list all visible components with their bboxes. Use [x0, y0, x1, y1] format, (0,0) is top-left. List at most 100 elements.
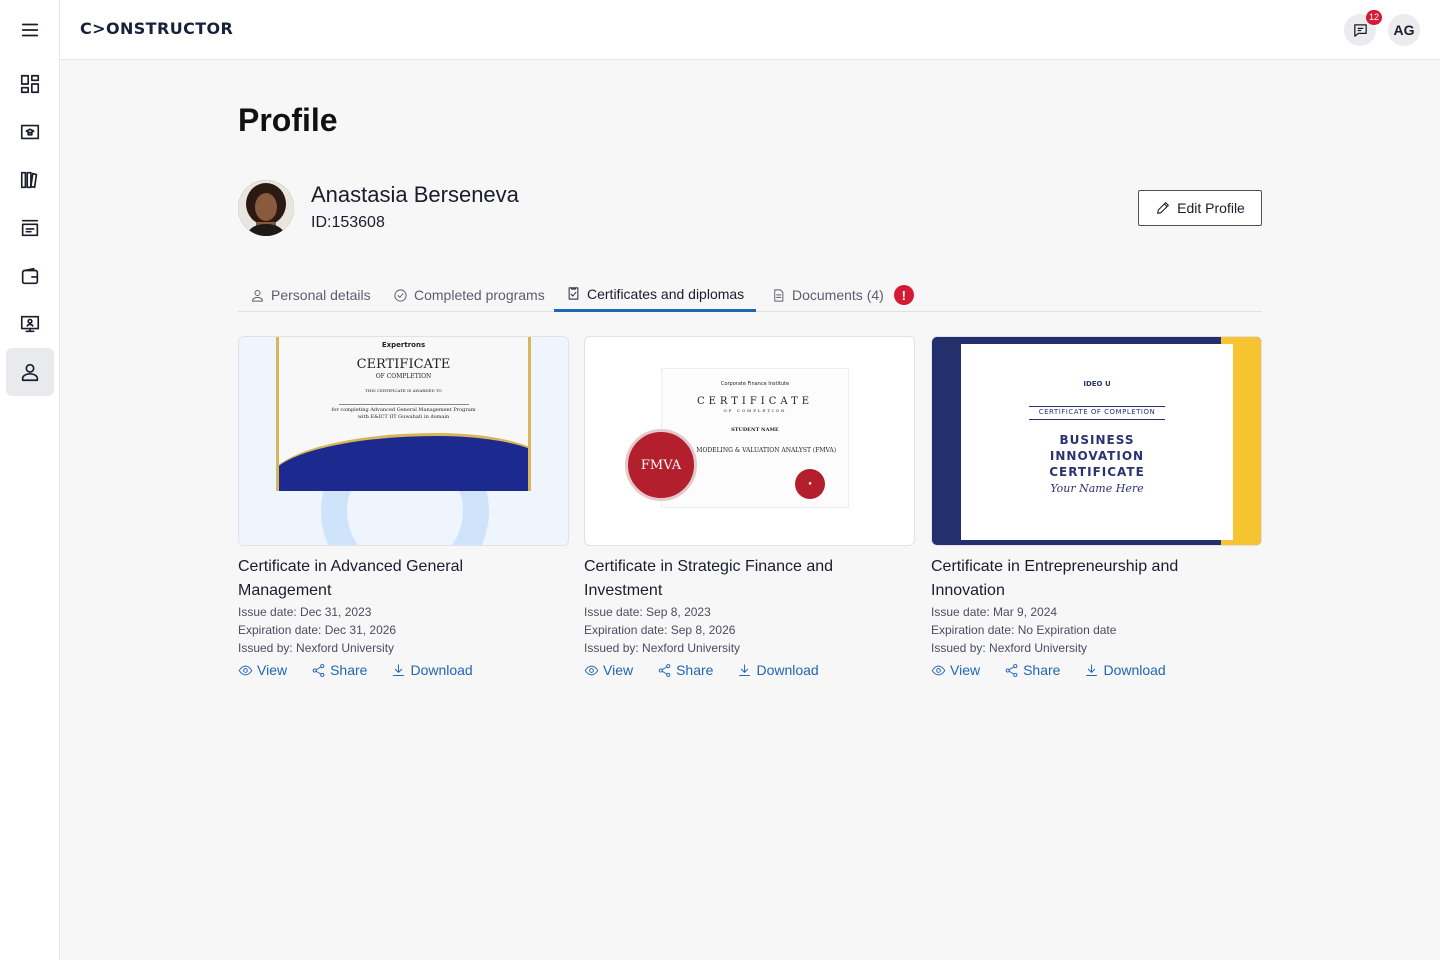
view-link[interactable]: View	[584, 662, 633, 678]
user-avatar[interactable]: AG	[1388, 14, 1420, 46]
tab-certificates[interactable]: Certificates and diplomas	[554, 278, 757, 312]
download-icon	[739, 663, 751, 676]
thumb-subheading: OF COMPLETION	[375, 373, 432, 380]
user-name: Anastasia Berseneva	[311, 182, 519, 207]
share-link[interactable]: Share	[1004, 662, 1060, 678]
catalog-icon	[21, 219, 39, 237]
share-link[interactable]: Share	[657, 662, 713, 678]
view-label: View	[950, 662, 981, 678]
sidebar-item-catalog[interactable]	[6, 204, 54, 252]
sidebar-item-dashboard[interactable]	[6, 60, 54, 108]
profile-icon	[21, 363, 39, 382]
thumb-brand: Corporate Finance Institute	[720, 381, 790, 387]
thumb-line: for completing Advanced General Manageme…	[331, 407, 476, 413]
expiration-date: Expiration date: Sep 8, 2026	[584, 623, 736, 637]
share-link[interactable]: Share	[311, 662, 367, 678]
download-label: Download	[410, 662, 473, 678]
sidebar	[0, 0, 60, 960]
seal-icon: FMVA	[625, 429, 697, 501]
edit-profile-label: Edit Profile	[1177, 200, 1245, 216]
library-icon	[20, 171, 38, 189]
thumb-heading: BUSINESS INNOVATION CERTIFICATE	[1049, 433, 1145, 479]
person-icon	[252, 289, 263, 302]
certificate-title: Certificate in Strategic Finance and Inv…	[584, 558, 834, 599]
sidebar-item-library[interactable]	[6, 156, 54, 204]
share-icon	[658, 663, 671, 677]
wallet-icon	[21, 267, 39, 285]
tab-documents[interactable]: Documents (4) !	[759, 278, 926, 312]
share-label: Share	[676, 662, 714, 678]
expiration-date: Expiration date: No Expiration date	[931, 623, 1117, 637]
issued-by: Issued by: Nexford University	[931, 641, 1088, 655]
presentation-icon	[20, 315, 40, 333]
issued-by: Issued by: Nexford University	[584, 641, 741, 655]
certificate-card: IDEO U CERTIFICATE OF COMPLETION BUSINES…	[931, 336, 1262, 678]
document-icon	[774, 288, 784, 302]
thumb-brand: Expertrons	[381, 341, 426, 349]
thumb-brand: IDEO U	[1083, 380, 1111, 388]
thumb-heading: CERTIFICATE	[696, 396, 814, 407]
download-icon	[393, 663, 405, 676]
tab-label: Documents (4)	[792, 287, 884, 303]
dashboard-icon	[20, 74, 40, 94]
sidebar-item-profile[interactable]	[6, 348, 54, 396]
thumb-line: with E&ICT IIT Guwahati in domain	[357, 414, 450, 420]
pencil-icon	[1157, 202, 1170, 214]
sidebar-item-wallet[interactable]	[6, 252, 54, 300]
certificate-thumbnail[interactable]: IDEO U CERTIFICATE OF COMPLETION BUSINES…	[931, 336, 1262, 546]
certificate-thumbnail[interactable]: Expertrons CERTIFICATE OF COMPLETION THI…	[238, 336, 569, 546]
certificate-card: Corporate Finance Institute CERTIFICATE …	[584, 336, 915, 678]
download-label: Download	[756, 662, 819, 678]
download-label: Download	[1103, 662, 1166, 678]
eye-icon	[584, 665, 599, 675]
tab-label: Personal details	[271, 287, 371, 303]
view-label: View	[257, 662, 288, 678]
certificate-card: Expertrons CERTIFICATE OF COMPLETION THI…	[238, 336, 569, 678]
edit-profile-button[interactable]: Edit Profile	[1138, 190, 1262, 226]
download-link[interactable]: Download	[1084, 662, 1166, 678]
download-link[interactable]: Download	[737, 662, 819, 678]
user-id: ID:153608	[311, 214, 385, 231]
sidebar-item-presentation[interactable]	[6, 300, 54, 348]
messages-button[interactable]: 12	[1344, 10, 1382, 46]
user-photo	[238, 180, 294, 236]
learning-icon	[20, 124, 40, 140]
eye-icon	[238, 665, 253, 675]
thumb-subheading: OF COMPLETION	[723, 408, 787, 413]
sidebar-item-learning[interactable]	[6, 108, 54, 156]
certificate-thumbnail[interactable]: Corporate Finance Institute CERTIFICATE …	[584, 336, 915, 546]
share-icon	[1005, 663, 1018, 677]
small-seal-icon: ●	[795, 469, 825, 499]
view-link[interactable]: View	[238, 662, 287, 678]
check-circle-icon	[394, 288, 407, 302]
thumb-heading: CERTIFICATE	[356, 357, 451, 372]
profile-tabs: Personal details Completed programs Cert…	[238, 278, 1262, 312]
top-bar: C>ONSTRUCTOR 12 AG	[60, 0, 1440, 60]
issue-date: Issue date: Dec 31, 2023	[238, 605, 372, 619]
view-label: View	[603, 662, 634, 678]
menu-button[interactable]	[6, 6, 54, 54]
download-link[interactable]: Download	[391, 662, 473, 678]
certificate-title: Certificate in Advanced General Manageme…	[238, 558, 464, 599]
certificate-title: Certificate in Entrepreneurship and Inno…	[931, 558, 1179, 599]
share-icon	[312, 663, 325, 677]
chat-icon	[1353, 23, 1367, 37]
thumb-name: Your Name Here	[1050, 482, 1144, 495]
view-link[interactable]: View	[931, 662, 980, 678]
app-logo[interactable]: C>ONSTRUCTOR	[80, 19, 233, 38]
certificate-icon	[568, 287, 579, 300]
share-label: Share	[1023, 662, 1061, 678]
tab-label: Completed programs	[414, 287, 545, 303]
tab-personal-details[interactable]: Personal details	[238, 278, 383, 312]
share-label: Share	[330, 662, 368, 678]
expiration-date: Expiration date: Dec 31, 2026	[238, 623, 397, 637]
thumb-awarded: THIS CERTIFICATE IS AWARDED TO	[365, 388, 442, 393]
alert-badge: !	[893, 285, 914, 305]
eye-icon	[931, 665, 946, 675]
thumb-label: CERTIFICATE OF COMPLETION	[1038, 408, 1156, 416]
tab-completed-programs[interactable]: Completed programs	[381, 278, 557, 312]
notification-badge: 12	[1365, 10, 1382, 25]
issue-date: Issue date: Sep 8, 2023	[584, 605, 711, 619]
menu-icon	[21, 23, 39, 37]
page-title: Profile	[238, 102, 338, 138]
